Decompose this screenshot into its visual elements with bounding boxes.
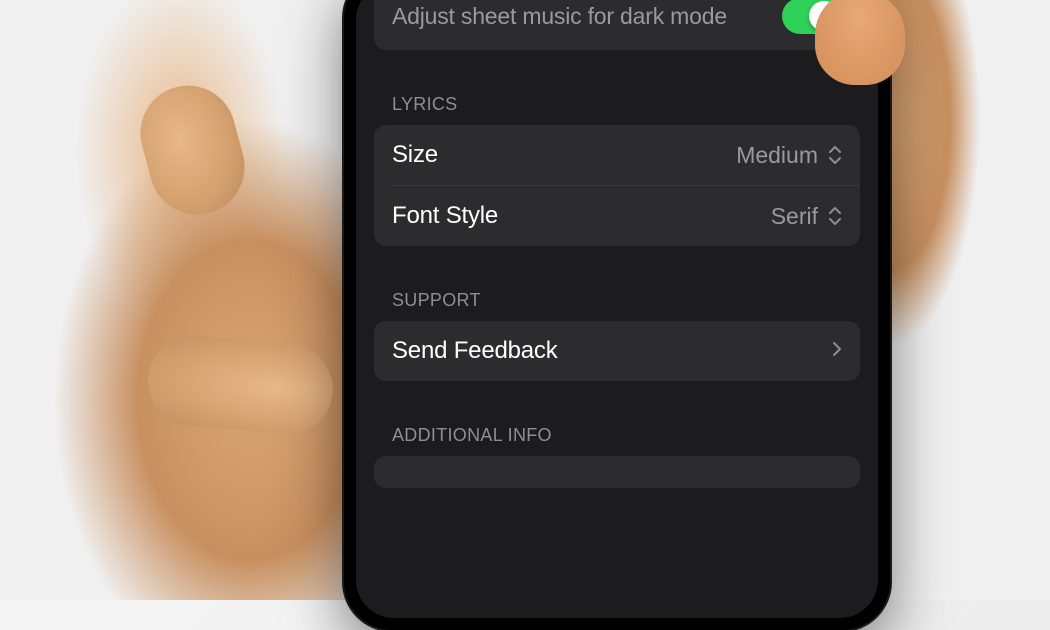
phone-screen: Adjust sheet music for dark mode LYRICS … — [356, 0, 878, 618]
additional-info-section-header: ADDITIONAL INFO — [356, 417, 878, 456]
font-style-row[interactable]: Font Style Serif — [374, 186, 860, 246]
font-style-label: Font Style — [392, 202, 498, 230]
dark-mode-label: Adjust sheet music for dark mode — [392, 3, 727, 30]
dark-mode-row[interactable]: Adjust sheet music for dark mode — [374, 0, 860, 50]
additional-info-row[interactable] — [374, 456, 860, 488]
support-group: Send Feedback — [374, 321, 860, 381]
chevron-updown-icon — [828, 145, 842, 165]
dark-mode-toggle[interactable] — [782, 0, 842, 34]
send-feedback-row[interactable]: Send Feedback — [374, 321, 860, 381]
chevron-right-icon — [832, 341, 842, 362]
font-style-value-wrap: Serif — [771, 203, 842, 230]
sheet-music-group: Adjust sheet music for dark mode — [374, 0, 860, 50]
font-style-value: Serif — [771, 203, 818, 230]
chevron-updown-icon — [828, 206, 842, 226]
lyrics-section-header: LYRICS — [356, 86, 878, 125]
lyrics-group: Size Medium Font Style Serif — [374, 125, 860, 246]
toggle-knob — [809, 1, 839, 31]
settings-content: Adjust sheet music for dark mode LYRICS … — [356, 0, 878, 488]
phone-frame: Adjust sheet music for dark mode LYRICS … — [344, 0, 890, 630]
size-value: Medium — [736, 142, 818, 169]
size-label: Size — [392, 141, 438, 169]
send-feedback-label: Send Feedback — [392, 337, 558, 365]
support-section-header: SUPPORT — [356, 282, 878, 321]
size-value-wrap: Medium — [736, 142, 842, 169]
size-row[interactable]: Size Medium — [374, 125, 860, 185]
additional-info-group — [374, 456, 860, 488]
